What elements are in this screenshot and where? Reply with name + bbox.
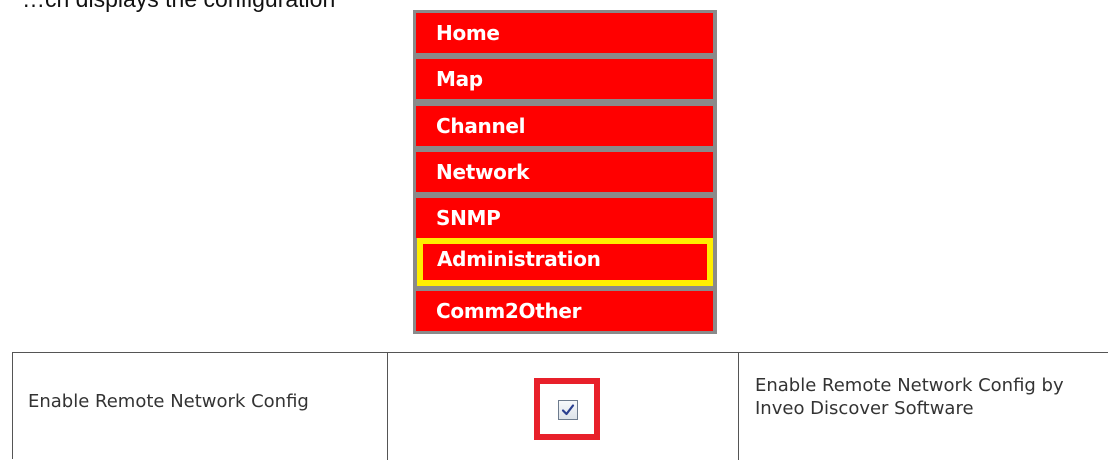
remote-network-config-checkbox[interactable] (558, 400, 578, 420)
setting-label: Enable Remote Network Config (13, 353, 388, 460)
menu-item-comm2other[interactable]: Comm2Other (416, 291, 713, 331)
intro-text: …ch displays the configuration (22, 0, 335, 13)
menu-item-network[interactable]: Network (416, 152, 713, 192)
menu-item-administration[interactable]: Administration (417, 238, 713, 286)
menu-item-home[interactable]: Home (416, 13, 713, 53)
check-icon (561, 404, 575, 416)
navigation-menu: Home Map Channel Network SNMP Administra… (413, 10, 717, 334)
checkbox-highlight-frame (534, 378, 600, 440)
menu-item-snmp[interactable]: SNMP (416, 198, 713, 238)
settings-table: Enable Remote Network Config Enable Remo… (12, 352, 1108, 460)
menu-item-channel[interactable]: Channel (416, 106, 713, 146)
menu-item-map[interactable]: Map (416, 59, 713, 99)
setting-description: Enable Remote Network Config by Inveo Di… (755, 375, 1064, 419)
setting-checkbox-cell (388, 353, 739, 460)
